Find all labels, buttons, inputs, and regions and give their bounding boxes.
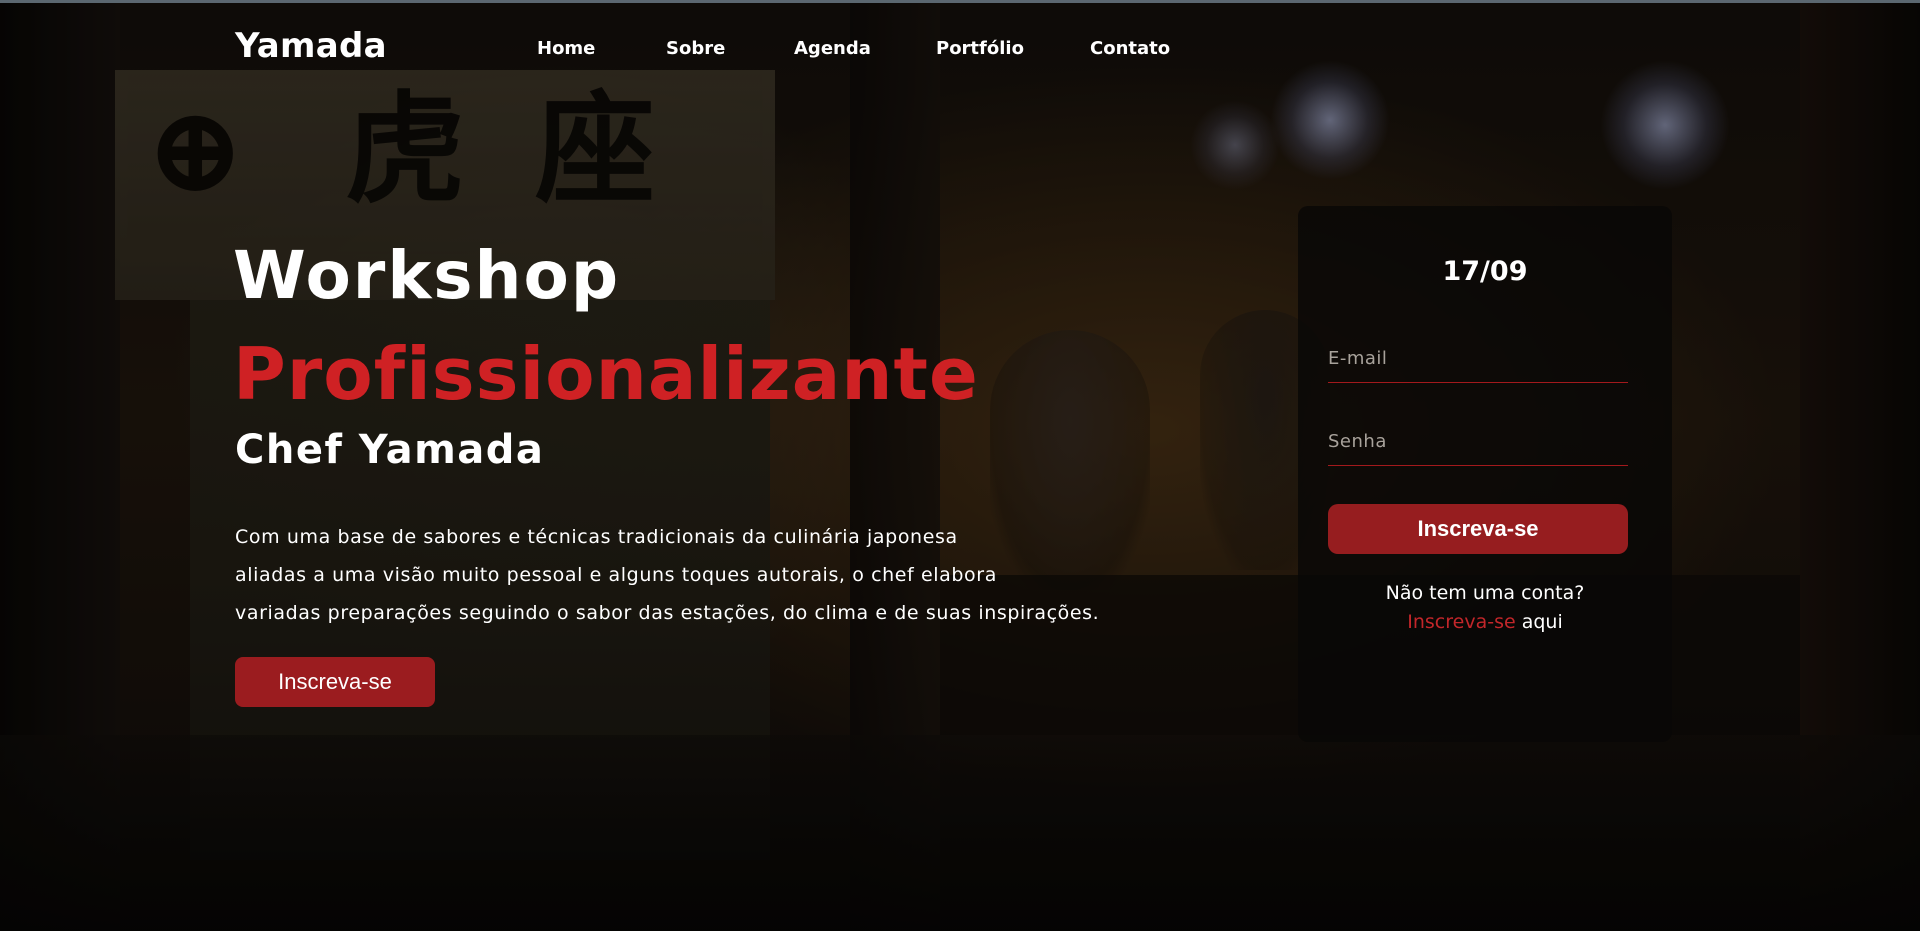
- background-pillar: [0, 0, 120, 931]
- nav-sobre[interactable]: Sobre: [666, 38, 725, 59]
- signup-footer: Não tem uma conta? Inscreva-se aqui: [1298, 579, 1672, 637]
- background-floor: [0, 735, 1920, 931]
- email-field[interactable]: [1328, 338, 1628, 383]
- here-link[interactable]: aqui: [1522, 611, 1563, 633]
- hero-description: Com uma base de sabores e técnicas tradi…: [235, 518, 1155, 632]
- top-border: [0, 0, 1920, 3]
- hero-subtitle: Profissionalizante: [233, 332, 979, 416]
- background-pillar: [850, 0, 940, 931]
- signup-submit-button[interactable]: Inscreva-se: [1328, 504, 1628, 554]
- signup-link[interactable]: Inscreva-se: [1407, 611, 1515, 633]
- password-field[interactable]: [1328, 421, 1628, 466]
- event-date: 17/09: [1442, 256, 1528, 287]
- hero-chef-name: Chef Yamada: [235, 427, 545, 473]
- background-pillar: [1800, 0, 1920, 931]
- banner-glyph: 座: [535, 79, 655, 220]
- banner-glyph: 虎: [345, 79, 465, 220]
- hero-description-line: aliadas a uma visão muito pessoal e algu…: [235, 564, 997, 586]
- background-light: [1270, 60, 1390, 180]
- hero-signup-button[interactable]: Inscreva-se: [235, 657, 435, 707]
- signup-card: 17/09 Inscreva-se Não tem uma conta? Ins…: [1298, 206, 1672, 742]
- signup-links: Inscreva-se aqui: [1298, 608, 1672, 637]
- background-light: [1600, 60, 1730, 190]
- no-account-text: Não tem uma conta?: [1385, 582, 1585, 604]
- banner-glyph: ⊕: [145, 79, 246, 220]
- nav-contato[interactable]: Contato: [1090, 38, 1170, 59]
- hero-title: Workshop: [233, 237, 621, 314]
- brand-logo[interactable]: Yamada: [235, 26, 387, 66]
- page: ⊕ 虎 座 Yamada Home Sobre Agenda Portfólio…: [0, 0, 1920, 931]
- hero-description-line: Com uma base de sabores e técnicas tradi…: [235, 526, 958, 548]
- nav-home[interactable]: Home: [537, 38, 595, 59]
- background-light: [1190, 100, 1280, 190]
- hero-description-line: variadas preparações seguindo o sabor da…: [235, 602, 1100, 624]
- nav-portfolio[interactable]: Portfólio: [936, 38, 1024, 59]
- nav-agenda[interactable]: Agenda: [794, 38, 871, 59]
